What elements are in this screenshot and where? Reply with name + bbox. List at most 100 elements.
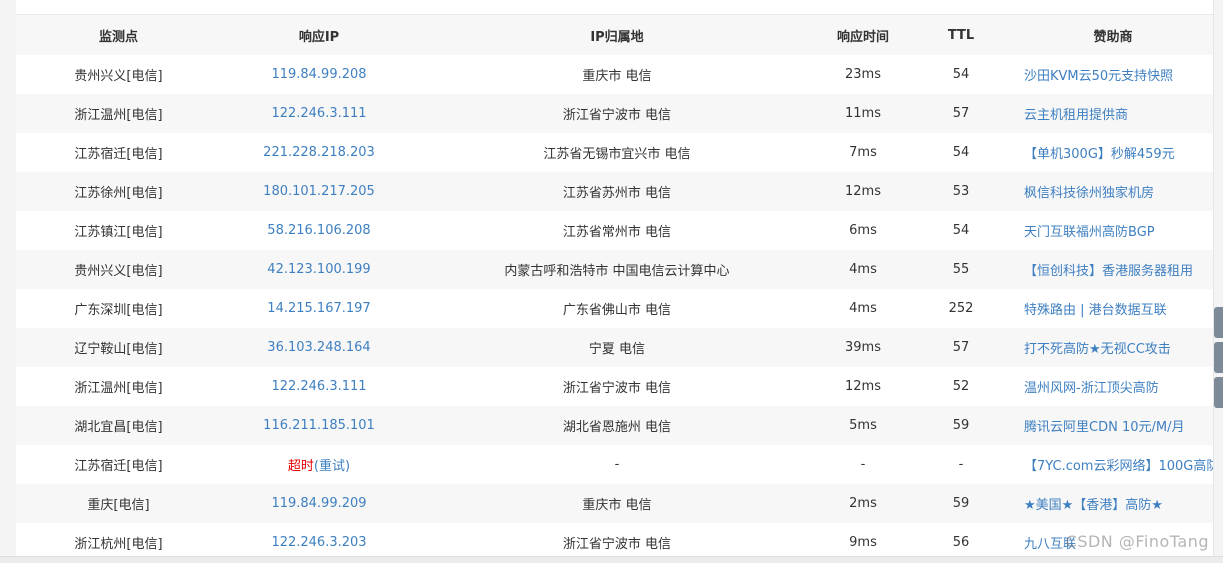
sponsor-link[interactable]: 打不死高防★无视CC攻击 (1013, 328, 1213, 367)
response-ip-link[interactable]: 221.228.218.203 (221, 133, 417, 172)
table-row: 广东深圳[电信] 14.215.167.197 广东省佛山市 电信 4ms 25… (16, 289, 1213, 328)
response-time: 6ms (817, 211, 909, 250)
response-ip-link[interactable]: 36.103.248.164 (221, 328, 417, 367)
ttl: 53 (909, 172, 1013, 211)
ttl: 59 (909, 484, 1013, 523)
ip-location: - (417, 445, 817, 484)
table-row: 江苏徐州[电信] 180.101.217.205 江苏省苏州市 电信 12ms … (16, 172, 1213, 211)
ip-location: 重庆市 电信 (417, 55, 817, 94)
ttl: 59 (909, 406, 1013, 445)
ip-location: 湖北省恩施州 电信 (417, 406, 817, 445)
response-time: 11ms (817, 94, 909, 133)
ip-location: 内蒙古呼和浩特市 中国电信云计算中心 (417, 250, 817, 289)
response-time: - (817, 445, 909, 484)
response-ip-link[interactable]: 119.84.99.208 (221, 55, 417, 94)
sponsor-link[interactable]: 特殊路由 | 港台数据互联 (1013, 289, 1213, 328)
ip-location: 浙江省宁波市 电信 (417, 523, 817, 556)
monitor-point: 湖北宜昌[电信] (16, 406, 221, 445)
response-ip-link[interactable]: 122.246.3.203 (221, 523, 417, 556)
monitor-point: 贵州兴义[电信] (16, 250, 221, 289)
ttl: 56 (909, 523, 1013, 556)
response-time: 5ms (817, 406, 909, 445)
table-row: 浙江温州[电信] 122.246.3.111 浙江省宁波市 电信 12ms 52… (16, 367, 1213, 406)
response-ip-link[interactable]: 14.215.167.197 (221, 289, 417, 328)
header-ip-location: IP归属地 (417, 15, 817, 55)
table-row: 贵州兴义[电信] 119.84.99.208 重庆市 电信 23ms 54 沙田… (16, 55, 1213, 94)
ttl: 57 (909, 94, 1013, 133)
response-time: 12ms (817, 172, 909, 211)
header-ttl: TTL (909, 15, 1013, 55)
sponsor-link[interactable]: 【恒创科技】香港服务器租用 (1013, 250, 1213, 289)
side-tool-button[interactable] (1214, 307, 1223, 338)
watermark: CSDN @FinoTang (1065, 532, 1209, 551)
monitor-point: 江苏徐州[电信] (16, 172, 221, 211)
monitor-point: 辽宁鞍山[电信] (16, 328, 221, 367)
response-ip-link[interactable]: 42.123.100.199 (221, 250, 417, 289)
ttl: 54 (909, 211, 1013, 250)
monitor-point: 江苏镇江[电信] (16, 211, 221, 250)
top-band (16, 0, 1213, 15)
header-response-ip: 响应IP (221, 15, 417, 55)
table-row: 辽宁鞍山[电信] 36.103.248.164 宁夏 电信 39ms 57 打不… (16, 328, 1213, 367)
header-sponsor: 赞助商 (1013, 15, 1213, 55)
monitor-point: 广东深圳[电信] (16, 289, 221, 328)
response-ip-link[interactable]: 58.216.106.208 (221, 211, 417, 250)
monitor-point: 浙江杭州[电信] (16, 523, 221, 556)
result-panel: 监测点 响应IP IP归属地 响应时间 TTL 赞助商 贵州兴义[电信] 119… (16, 0, 1214, 556)
response-time: 4ms (817, 289, 909, 328)
ip-location: 广东省佛山市 电信 (417, 289, 817, 328)
ip-location: 江苏省常州市 电信 (417, 211, 817, 250)
table-row: 浙江杭州[电信] 122.246.3.203 浙江省宁波市 电信 9ms 56 … (16, 523, 1213, 556)
side-tool-button[interactable] (1214, 342, 1223, 373)
response-time: 23ms (817, 55, 909, 94)
monitor-point: 浙江温州[电信] (16, 94, 221, 133)
sponsor-link[interactable]: 枫信科技徐州独家机房 (1013, 172, 1213, 211)
response-time: 9ms (817, 523, 909, 556)
sponsor-link[interactable]: 腾讯云阿里CDN 10元/M/月 (1013, 406, 1213, 445)
response-ip-link[interactable]: 122.246.3.111 (221, 94, 417, 133)
table-row: 贵州兴义[电信] 42.123.100.199 内蒙古呼和浩特市 中国电信云计算… (16, 250, 1213, 289)
ip-location: 浙江省宁波市 电信 (417, 367, 817, 406)
header-response-time: 响应时间 (817, 15, 909, 55)
table-row: 江苏镇江[电信] 58.216.106.208 江苏省常州市 电信 6ms 54… (16, 211, 1213, 250)
response-time: 4ms (817, 250, 909, 289)
sponsor-link[interactable]: 【单机300G】秒解459元 (1013, 133, 1213, 172)
ttl: 57 (909, 328, 1013, 367)
ttl: 252 (909, 289, 1013, 328)
response-ip-cell: 超时(重试) (221, 445, 417, 484)
ip-location: 重庆市 电信 (417, 484, 817, 523)
header-monitor-point: 监测点 (16, 15, 221, 55)
table-row: 湖北宜昌[电信] 116.211.185.101 湖北省恩施州 电信 5ms 5… (16, 406, 1213, 445)
table-row: 浙江温州[电信] 122.246.3.111 浙江省宁波市 电信 11ms 57… (16, 94, 1213, 133)
ip-location: 江苏省无锡市宜兴市 电信 (417, 133, 817, 172)
sponsor-link[interactable]: ★美国★【香港】高防★ (1013, 484, 1213, 523)
sponsor-link[interactable]: 沙田KVM云50元支持快照 (1013, 55, 1213, 94)
retry-link[interactable]: (重试) (314, 459, 350, 474)
response-time: 39ms (817, 328, 909, 367)
ttl: - (909, 445, 1013, 484)
response-ip-link[interactable]: 180.101.217.205 (221, 172, 417, 211)
monitor-point: 浙江温州[电信] (16, 367, 221, 406)
side-tool-button[interactable] (1214, 377, 1223, 408)
response-time: 2ms (817, 484, 909, 523)
table-row: 重庆[电信] 119.84.99.209 重庆市 电信 2ms 59 ★美国★【… (16, 484, 1213, 523)
sponsor-link[interactable]: 【7YC.com云彩网络】100G高防 (1013, 445, 1213, 484)
ttl: 55 (909, 250, 1013, 289)
sponsor-link[interactable]: 温州风网-浙江顶尖高防 (1013, 367, 1213, 406)
response-ip-link[interactable]: 116.211.185.101 (221, 406, 417, 445)
ip-location: 江苏省苏州市 电信 (417, 172, 817, 211)
ping-results-table: 监测点 响应IP IP归属地 响应时间 TTL 赞助商 贵州兴义[电信] 119… (16, 15, 1213, 556)
sponsor-link[interactable]: 天门互联福州高防BGP (1013, 211, 1213, 250)
table-header-row: 监测点 响应IP IP归属地 响应时间 TTL 赞助商 (16, 15, 1213, 55)
monitor-point: 贵州兴义[电信] (16, 55, 221, 94)
sponsor-link[interactable]: 云主机租用提供商 (1013, 94, 1213, 133)
timeout-label: 超时 (287, 459, 314, 474)
response-ip-link[interactable]: 119.84.99.209 (221, 484, 417, 523)
table-row: 江苏宿迁[电信] 221.228.218.203 江苏省无锡市宜兴市 电信 7m… (16, 133, 1213, 172)
response-ip-link[interactable]: 122.246.3.111 (221, 367, 417, 406)
monitor-point: 江苏宿迁[电信] (16, 133, 221, 172)
response-time: 12ms (817, 367, 909, 406)
table-row: 江苏宿迁[电信] 超时(重试) - - - 【7YC.com云彩网络】100G高… (16, 445, 1213, 484)
ttl: 54 (909, 133, 1013, 172)
ip-location: 浙江省宁波市 电信 (417, 94, 817, 133)
